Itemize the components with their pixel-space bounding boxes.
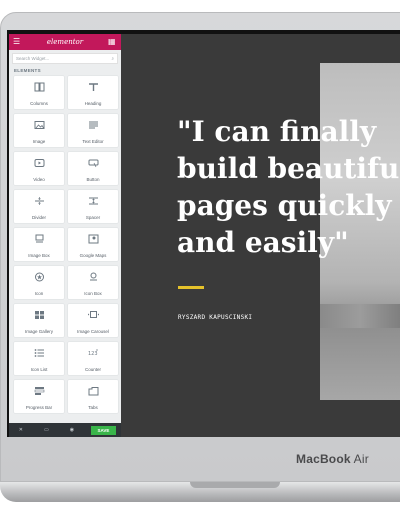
search-icon: ⌕ bbox=[111, 56, 114, 61]
widget-label: Google Maps bbox=[79, 253, 107, 258]
widget-label: Tabs bbox=[88, 405, 98, 410]
text-editor-icon bbox=[88, 117, 99, 135]
widget-label: Columns bbox=[30, 101, 48, 106]
search-widget-input[interactable]: Search Widget... ⌕ bbox=[12, 53, 118, 64]
elementor-logo: elementor bbox=[46, 38, 84, 46]
widget-spacer[interactable]: Spacer bbox=[68, 190, 118, 223]
image-icon bbox=[34, 117, 45, 135]
counter-icon: 123 bbox=[88, 345, 99, 363]
star-icon bbox=[34, 269, 45, 287]
image-box-icon bbox=[34, 231, 45, 249]
widget-icon-list[interactable]: Icon List bbox=[14, 342, 64, 375]
image-carousel-icon bbox=[86, 307, 100, 325]
responsive-mode-icon[interactable]: ▭ bbox=[40, 427, 54, 433]
widget-heading[interactable]: Heading bbox=[68, 76, 118, 109]
icon-list-icon bbox=[34, 345, 45, 363]
divider-icon bbox=[34, 193, 45, 211]
widget-label: Icon bbox=[34, 291, 44, 296]
widget-google-maps[interactable]: Google Maps bbox=[68, 228, 118, 261]
widget-label: Spacer bbox=[85, 215, 101, 220]
widget-counter[interactable]: 123 Counter bbox=[68, 342, 118, 375]
device-label: MacBook Air bbox=[296, 452, 369, 466]
widget-label: Image bbox=[32, 139, 46, 144]
widget-label: Icon Box bbox=[84, 291, 102, 296]
widget-icon-box[interactable]: Icon Box bbox=[68, 266, 118, 299]
widget-divider[interactable]: Divider bbox=[14, 190, 64, 223]
spacer-icon bbox=[88, 193, 99, 211]
device-model: Air bbox=[353, 452, 369, 466]
widget-columns[interactable]: Columns bbox=[14, 76, 64, 109]
hamburger-menu-icon[interactable]: ☰ bbox=[13, 37, 22, 47]
svg-text:123: 123 bbox=[88, 351, 98, 357]
history-icon[interactable]: ◉ bbox=[65, 427, 79, 433]
widget-label: Icon List bbox=[30, 367, 48, 372]
widget-button[interactable]: Button bbox=[68, 152, 118, 185]
widget-label: Text Editor bbox=[82, 139, 104, 144]
widget-tabs[interactable]: Tabs bbox=[68, 380, 118, 413]
widget-label: Progress Bar bbox=[25, 405, 53, 410]
quote-author[interactable]: RYSZARD KAPUSCINSKI bbox=[178, 314, 252, 321]
tabs-icon bbox=[88, 383, 99, 401]
widget-label: Image Box bbox=[28, 253, 50, 258]
page-canvas: "I can finally build beautiful pages qui… bbox=[121, 34, 400, 437]
elements-section-title: ELEMENTS bbox=[14, 68, 41, 73]
accent-divider bbox=[178, 286, 204, 289]
icon-box-icon bbox=[88, 269, 99, 287]
widget-progress-bar[interactable]: Progress Bar bbox=[14, 380, 64, 413]
panel-footer: ✕ ▭ ◉ SAVE bbox=[9, 423, 121, 437]
elementor-panel: ☰ elementor ▦ Search Widget... ⌕ ELEMENT… bbox=[9, 34, 121, 437]
widget-label: Image Gallery bbox=[24, 329, 53, 334]
background-photo-horizon bbox=[320, 304, 400, 328]
widget-video[interactable]: Video bbox=[14, 152, 64, 185]
widget-image[interactable]: Image bbox=[14, 114, 64, 147]
widget-icon[interactable]: Icon bbox=[14, 266, 64, 299]
widget-label: Video bbox=[33, 177, 45, 182]
widget-label: Button bbox=[86, 177, 100, 182]
laptop-notch bbox=[190, 482, 280, 488]
search-placeholder: Search Widget... bbox=[16, 56, 50, 61]
widget-image-box[interactable]: Image Box bbox=[14, 228, 64, 261]
widget-label: Image Carousel bbox=[77, 329, 109, 334]
google-maps-icon bbox=[88, 231, 99, 249]
heading-icon bbox=[88, 79, 99, 97]
widget-text-editor[interactable]: Text Editor bbox=[68, 114, 118, 147]
widget-grid: Columns Heading Image Text Editor Video Butto… bbox=[9, 76, 121, 413]
widget-label: Counter bbox=[84, 367, 101, 372]
widget-image-carousel[interactable]: Image Carousel bbox=[68, 304, 118, 337]
widget-image-gallery[interactable]: Image Gallery bbox=[14, 304, 64, 337]
grid-icon[interactable]: ▦ bbox=[108, 37, 117, 47]
widget-label: Divider bbox=[31, 215, 46, 220]
progress-bar-icon bbox=[34, 383, 45, 401]
settings-icon[interactable]: ✕ bbox=[14, 427, 28, 433]
video-icon bbox=[34, 155, 45, 173]
panel-header: ☰ elementor ▦ bbox=[9, 34, 121, 50]
columns-icon bbox=[34, 79, 45, 97]
device-brand: MacBook bbox=[296, 452, 351, 466]
quote-heading[interactable]: "I can finally build beautiful pages qui… bbox=[177, 113, 400, 261]
image-gallery-icon bbox=[34, 307, 45, 325]
widget-label: Heading bbox=[84, 101, 102, 106]
save-button[interactable]: SAVE bbox=[90, 425, 117, 435]
button-icon bbox=[88, 155, 99, 173]
